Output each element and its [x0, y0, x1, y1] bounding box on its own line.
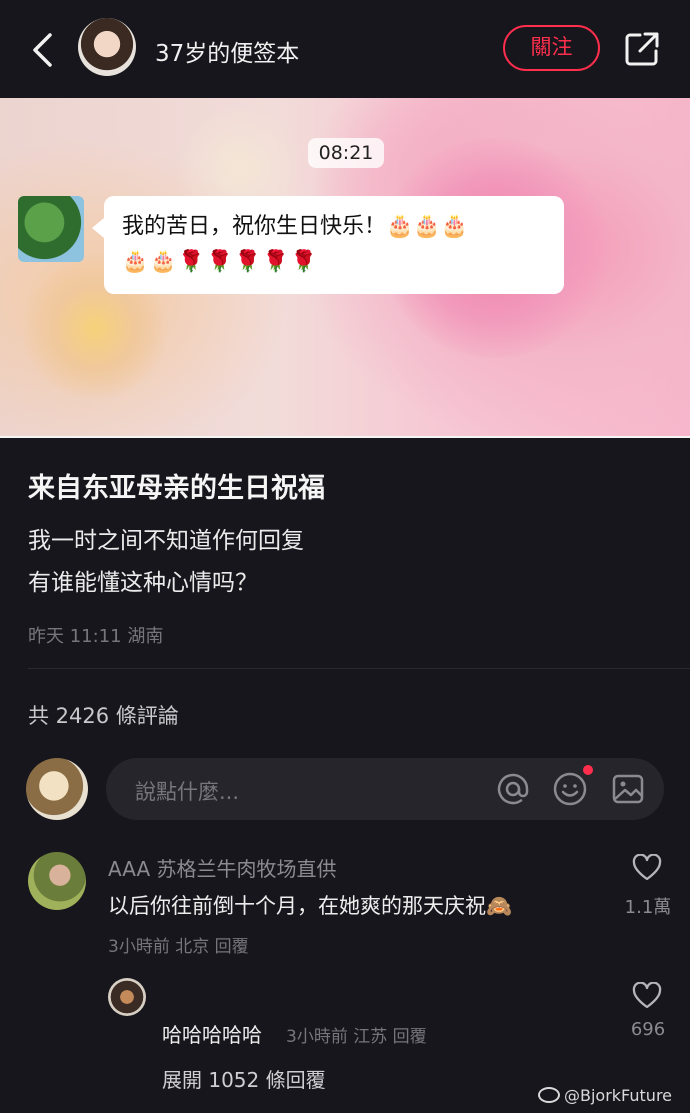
watermark: @BjorkFuture — [538, 1086, 672, 1105]
chat-message-text: 我的苦日，祝你生日快乐！🎂🎂🎂 — [122, 214, 469, 239]
comment-author[interactable]: AAA 苏格兰牛肉牧场直供 — [108, 853, 337, 882]
post-title: 来自东亚母亲的生日祝福 — [28, 473, 325, 504]
reply-author[interactable]: 哈哈哈哈哈 — [162, 1019, 262, 1048]
reply-avatar[interactable] — [108, 978, 146, 1016]
author-name[interactable]: 37岁的便签本 — [155, 34, 299, 68]
like-count: 1.1萬 — [624, 897, 672, 918]
watermark-text: @BjorkFuture — [564, 1086, 673, 1105]
notification-dot — [583, 765, 593, 775]
weibo-icon — [538, 1087, 560, 1103]
post-meta: 昨天 11:11 湖南 — [28, 626, 164, 647]
post-body: 我一时之间不知道作何回复 有谁能懂这种心情吗？ — [28, 520, 304, 604]
comment-text: 以后你往前倒十个月，在她爽的那天庆祝🙈 — [108, 894, 513, 918]
follow-button[interactable]: 關注 — [503, 25, 600, 71]
reply-meta[interactable]: 3小時前 江苏 回覆 — [286, 1022, 427, 1047]
back-icon[interactable] — [28, 32, 56, 68]
my-avatar — [26, 758, 88, 820]
heart-icon[interactable] — [632, 982, 662, 1010]
chat-avatar — [18, 196, 84, 262]
chat-bubble: 我的苦日，祝你生日快乐！🎂🎂🎂 🎂🎂🌹🌹🌹🌹🌹 — [92, 196, 564, 294]
emoji-icon[interactable] — [552, 771, 588, 807]
comment-input-placeholder[interactable]: 說點什麼... — [135, 776, 239, 806]
image-icon[interactable] — [610, 771, 646, 807]
share-icon[interactable] — [624, 31, 660, 67]
chat-input-bar — [0, 436, 690, 438]
heart-icon[interactable] — [632, 854, 662, 882]
at-icon[interactable] — [495, 771, 531, 807]
comment-meta[interactable]: 3小時前 北京 回覆 — [108, 932, 249, 957]
like-count: 696 — [630, 1019, 666, 1040]
post-image[interactable]: 08:21 我的苦日，祝你生日快乐！🎂🎂🎂 🎂🎂🌹🌹🌹🌹🌹 — [0, 98, 690, 438]
post-body-line: 我一时之间不知道作何回复 — [28, 528, 304, 554]
chat-message-emojis: 🎂🎂🌹🌹🌹🌹🌹 — [122, 249, 320, 273]
divider — [28, 668, 690, 669]
comment-count: 共 2426 條評論 — [28, 704, 179, 728]
author-avatar[interactable] — [78, 18, 136, 76]
top-bar: 37岁的便签本 關注 — [0, 0, 690, 98]
post-body-line: 有谁能懂这种心情吗？ — [28, 570, 258, 596]
chat-time: 08:21 — [308, 138, 384, 168]
commenter-avatar[interactable] — [28, 852, 86, 910]
expand-replies-link[interactable]: 展開 1052 條回覆 — [162, 1064, 326, 1093]
